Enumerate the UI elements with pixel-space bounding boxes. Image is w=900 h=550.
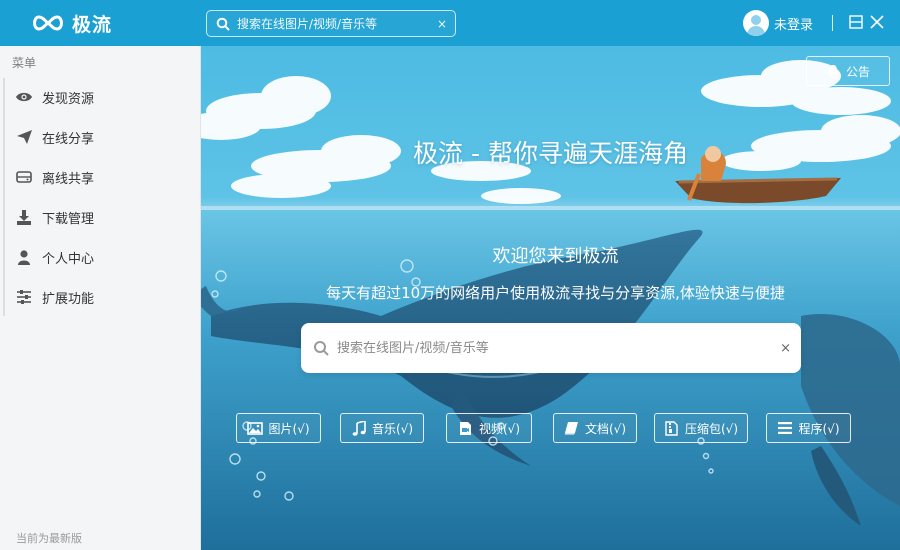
main-search-input[interactable] xyxy=(337,323,781,373)
music-icon xyxy=(351,420,367,436)
search-icon xyxy=(216,17,230,31)
sidebar-item-label: 在线分享 xyxy=(42,131,95,147)
clear-search-icon[interactable]: × xyxy=(437,17,447,31)
login-status-label: 未登录 xyxy=(774,17,814,33)
title-bar: 极流 × 未登录 xyxy=(0,0,900,46)
sliders-icon xyxy=(6,290,42,304)
category-video-button[interactable]: 视频(√) xyxy=(446,413,532,443)
sidebar-rail xyxy=(3,78,5,316)
bell-icon xyxy=(827,64,838,79)
version-status: 当前为最新版 xyxy=(16,532,82,545)
clear-search-icon[interactable]: × xyxy=(780,341,791,356)
main-search-box[interactable]: × xyxy=(301,323,801,373)
sidebar-item-label: 个人中心 xyxy=(42,251,95,267)
category-label: 程序(√) xyxy=(798,421,840,436)
sidebar-item-profile[interactable]: 个人中心 xyxy=(6,237,200,277)
announcement-label: 公告 xyxy=(845,64,870,79)
titlebar-divider xyxy=(832,15,833,31)
avatar xyxy=(743,10,769,36)
hero-title: 极流 - 帮你寻遍天涯海角 xyxy=(413,139,688,168)
search-icon xyxy=(314,341,329,356)
category-documents-button[interactable]: 文档(√) xyxy=(553,413,637,443)
announcement-button[interactable]: 公告 xyxy=(806,56,890,86)
category-archives-button[interactable]: 压缩包(√) xyxy=(654,413,748,443)
app-logo: 极流 xyxy=(30,10,112,36)
category-programs-button[interactable]: 程序(√) xyxy=(766,413,851,443)
sidebar-item-discover[interactable]: 发现资源 xyxy=(6,77,200,117)
sidebar-item-label: 发现资源 xyxy=(42,91,95,107)
category-label: 压缩包(√) xyxy=(684,421,738,436)
sidebar-item-label: 下载管理 xyxy=(42,211,95,227)
category-label: 文档(√) xyxy=(584,421,626,436)
sidebar-item-extensions[interactable]: 扩展功能 xyxy=(6,277,200,317)
close-icon[interactable] xyxy=(869,14,885,30)
image-icon xyxy=(247,420,264,436)
user-login[interactable]: 未登录 xyxy=(743,9,813,37)
infinity-logo-icon xyxy=(33,15,63,31)
sidebar-item-downloads[interactable]: 下载管理 xyxy=(6,197,200,237)
hero-banner: 公告 极流 - 帮你寻遍天涯海角 欢迎您来到极流 每天有超过10万的网络用户使用… xyxy=(201,46,900,550)
eye-icon xyxy=(6,91,42,103)
sidebar-item-label: 离线共享 xyxy=(42,171,95,187)
sidebar-item-online-share[interactable]: 在线分享 xyxy=(6,117,200,157)
book-icon xyxy=(564,420,580,436)
category-images-button[interactable]: 图片(√) xyxy=(236,413,321,443)
sidebar-item-offline-share[interactable]: 离线共享 xyxy=(6,157,200,197)
archive-file-icon xyxy=(664,420,680,436)
welcome-text: 欢迎您来到极流 xyxy=(492,246,619,267)
app-name: 极流 xyxy=(72,13,113,36)
category-label: 图片(√) xyxy=(268,421,310,436)
user-icon xyxy=(6,249,42,265)
menu-title: 菜单 xyxy=(12,56,37,70)
paper-plane-icon xyxy=(6,129,42,145)
sidebar-item-label: 扩展功能 xyxy=(42,291,95,307)
list-icon xyxy=(777,420,793,436)
video-file-icon xyxy=(458,420,474,436)
top-search-box[interactable]: × xyxy=(206,10,456,37)
category-music-button[interactable]: 音乐(√) xyxy=(340,413,424,443)
download-icon xyxy=(6,209,42,225)
category-label: 视频(√) xyxy=(478,421,520,436)
top-search-input[interactable] xyxy=(237,11,437,36)
category-label: 音乐(√) xyxy=(371,421,413,436)
slogan-text: 每天有超过10万的网络用户使用极流寻找与分享资源,体验快速与便捷 xyxy=(326,284,785,302)
maximize-icon[interactable] xyxy=(848,14,864,30)
sidebar: 菜单 发现资源 在线分享 离线共享 下载管理 个人中心 扩展功能 当前为最新版 xyxy=(0,46,201,550)
hard-drive-icon xyxy=(6,171,42,183)
